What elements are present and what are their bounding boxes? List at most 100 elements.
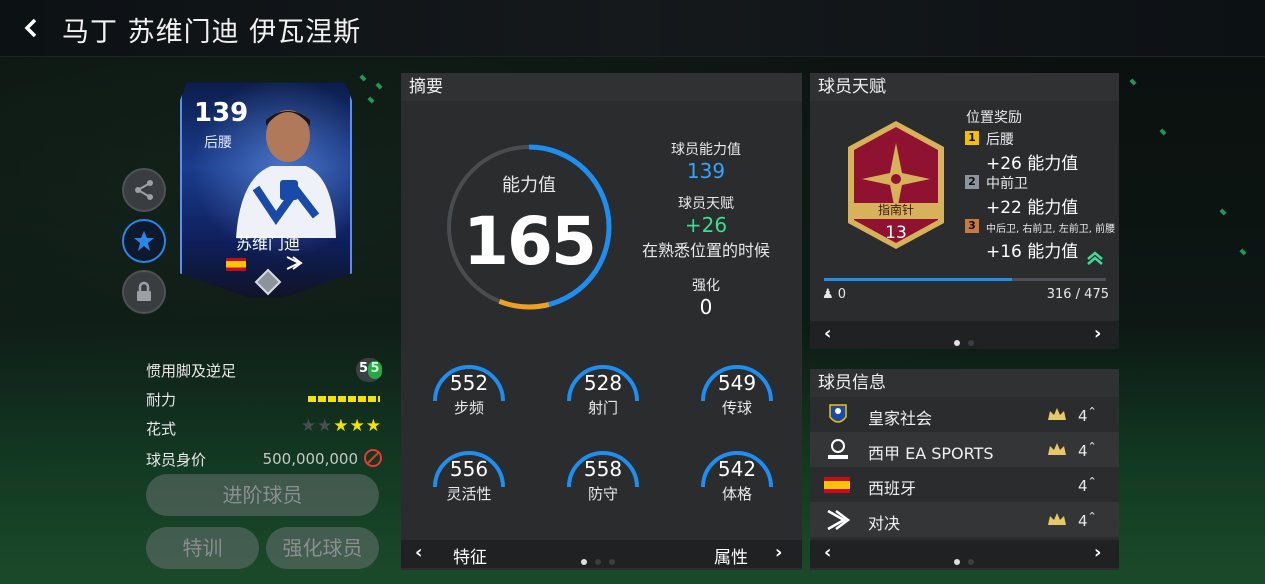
summary-title: 摘要: [401, 73, 802, 101]
attributes-tab[interactable]: 属性: [714, 543, 748, 568]
stat-block: 549 传球: [699, 365, 775, 421]
stat-name: 体格: [721, 485, 752, 503]
chevron-left-icon[interactable]: ‹: [415, 542, 422, 563]
top-bar: 马丁 苏维门迪 伊瓦涅斯: [0, 0, 1265, 57]
talent-summary-label: 球员天赋: [678, 196, 734, 212]
enhance-label: 强化: [692, 278, 720, 294]
summary-panel: 摘要 能力值 165 球员能力值 139 球员天赋 +26 在熟悉位置的时候 强…: [401, 73, 802, 570]
talent-progress-text: 316 / 475: [1046, 287, 1109, 302]
info-row[interactable]: 皇家社会 4⌃: [810, 397, 1119, 432]
stat-name: 灵活性: [446, 485, 492, 503]
gem-icon: [254, 268, 282, 296]
club-crest-icon: [829, 404, 847, 423]
weak-foot-indicator: 5 5: [356, 358, 382, 382]
stat-value: 528: [583, 371, 623, 395]
skill-moves-row: 花式 ★★★★★: [146, 416, 382, 440]
star-icon: [134, 231, 154, 251]
bonus-gain: +22 能力值: [986, 198, 1079, 218]
player-card[interactable]: 139 后腰 苏维门迪: [180, 82, 352, 298]
training-button[interactable]: 特训: [146, 527, 259, 569]
talent-badge-name: 指南针: [877, 203, 914, 217]
stat-name: 传球: [721, 399, 752, 417]
rivals-icon: [827, 509, 851, 531]
page-dots: [950, 331, 978, 350]
talent-summary-value: +26: [684, 213, 728, 237]
chevron-right-icon[interactable]: ›: [1094, 323, 1101, 344]
chevron-right-icon[interactable]: ›: [1094, 542, 1101, 563]
player-value-label: 球员身价: [146, 451, 207, 469]
player-value: 500,000,000: [263, 449, 382, 468]
skill-moves-label: 花式: [146, 420, 177, 438]
weak-foot-value: 5: [359, 361, 369, 376]
enhance-summary: 强化 0: [621, 275, 791, 319]
talent-progress-fill: [824, 278, 1012, 281]
bonus-gain: +16 能力值: [986, 242, 1079, 262]
info-row-name: 西甲 EA SPORTS: [868, 444, 994, 463]
stamina-row: 耐力: [146, 387, 382, 411]
info-row[interactable]: 西班牙 4⌃: [810, 467, 1119, 502]
stat-value: 558: [583, 457, 623, 481]
crown-icon: [1048, 443, 1066, 455]
info-row-count: 4⌃: [1078, 510, 1097, 530]
preferred-foot-value: 5: [368, 361, 382, 379]
base-ovr: 球员能力值 139: [621, 139, 791, 183]
chevron-left-icon[interactable]: ‹: [824, 542, 831, 563]
stamina-bar: [308, 396, 380, 402]
enhance-player-button[interactable]: 强化球员: [266, 527, 379, 569]
share-button[interactable]: [122, 168, 166, 212]
weak-foot-row: 惯用脚及逆足 5 5: [146, 358, 382, 382]
upgrade-icon: [1087, 251, 1103, 265]
back-button[interactable]: [18, 14, 46, 42]
stamina-label: 耐力: [146, 391, 177, 409]
info-footer: ‹ ›: [810, 540, 1119, 568]
talent-panel: 球员天赋 指南针 13 位置奖励 1 后腰 +26 能力值 2 中前卫 +22 能力值 3 中…: [810, 73, 1119, 349]
page-title: 马丁 苏维门迪 伊瓦涅斯: [62, 17, 362, 48]
chevron-right-icon[interactable]: ›: [775, 542, 782, 563]
laliga-icon: [828, 439, 848, 459]
bonus-position: 中后卫, 右前卫, 左前卫, 前腰: [986, 224, 1116, 235]
lock-button[interactable]: [122, 270, 166, 314]
stat-value: 542: [717, 457, 757, 481]
summary-footer: ‹ 特征 属性 ›: [401, 540, 802, 568]
stat-value: 552: [449, 371, 489, 395]
card-rating: 139: [194, 98, 249, 128]
player-info-panel: 球员信息 皇家社会 4⌃ 西甲 EA SPORTS 4⌃ 西班牙 4⌃ 对决 4⌃ ‹ ›: [810, 369, 1119, 570]
talent-title: 球员天赋: [810, 73, 1119, 101]
token-count: ♟ 0: [822, 287, 847, 302]
favorite-button[interactable]: [122, 219, 166, 263]
lock-icon: [137, 281, 151, 301]
info-row-count: 4⌃: [1078, 440, 1097, 460]
page-dots: [577, 550, 619, 569]
traits-tab[interactable]: 特征: [453, 543, 487, 568]
spain-flag-icon: [226, 258, 246, 271]
stat-name: 步频: [453, 399, 484, 417]
talent-progress-bar: [824, 278, 1106, 281]
advance-player-button[interactable]: 进阶球员: [146, 474, 379, 516]
info-row[interactable]: 对决 4⌃: [810, 502, 1119, 537]
crown-icon: [1048, 408, 1066, 420]
info-title: 球员信息: [810, 369, 1119, 397]
position-bonus-title: 位置奖励: [966, 110, 1022, 126]
stat-block: 552 步频: [431, 365, 507, 421]
talent-summary: 球员天赋 +26 在熟悉位置的时候: [621, 193, 791, 261]
skill-moves-stars: ★★★★★: [300, 416, 382, 436]
bonus-gain: +26 能力值: [986, 154, 1079, 174]
stat-name: 防守: [587, 485, 618, 503]
crown-icon: [1048, 513, 1066, 525]
talent-badge-level: 13: [885, 223, 907, 243]
card-player-name: 苏维门迪: [235, 234, 300, 253]
card-position: 后腰: [204, 135, 232, 151]
bonus-position: 中前卫: [986, 176, 1028, 192]
talent-summary-note: 在熟悉位置的时候: [641, 241, 770, 260]
talent-footer: ‹ ›: [810, 321, 1119, 349]
info-row[interactable]: 西甲 EA SPORTS 4⌃: [810, 432, 1119, 467]
overall-ring: 能力值 165: [443, 141, 615, 313]
overall-value: 165: [463, 203, 597, 280]
stat-block: 558 防守: [565, 451, 641, 507]
stat-value: 556: [449, 457, 489, 481]
weak-foot-label: 惯用脚及逆足: [146, 362, 237, 380]
back-icon: [24, 18, 37, 38]
token-value: 0: [837, 287, 847, 302]
chevron-left-icon[interactable]: ‹: [824, 323, 831, 344]
rivals-icon: [286, 256, 303, 270]
